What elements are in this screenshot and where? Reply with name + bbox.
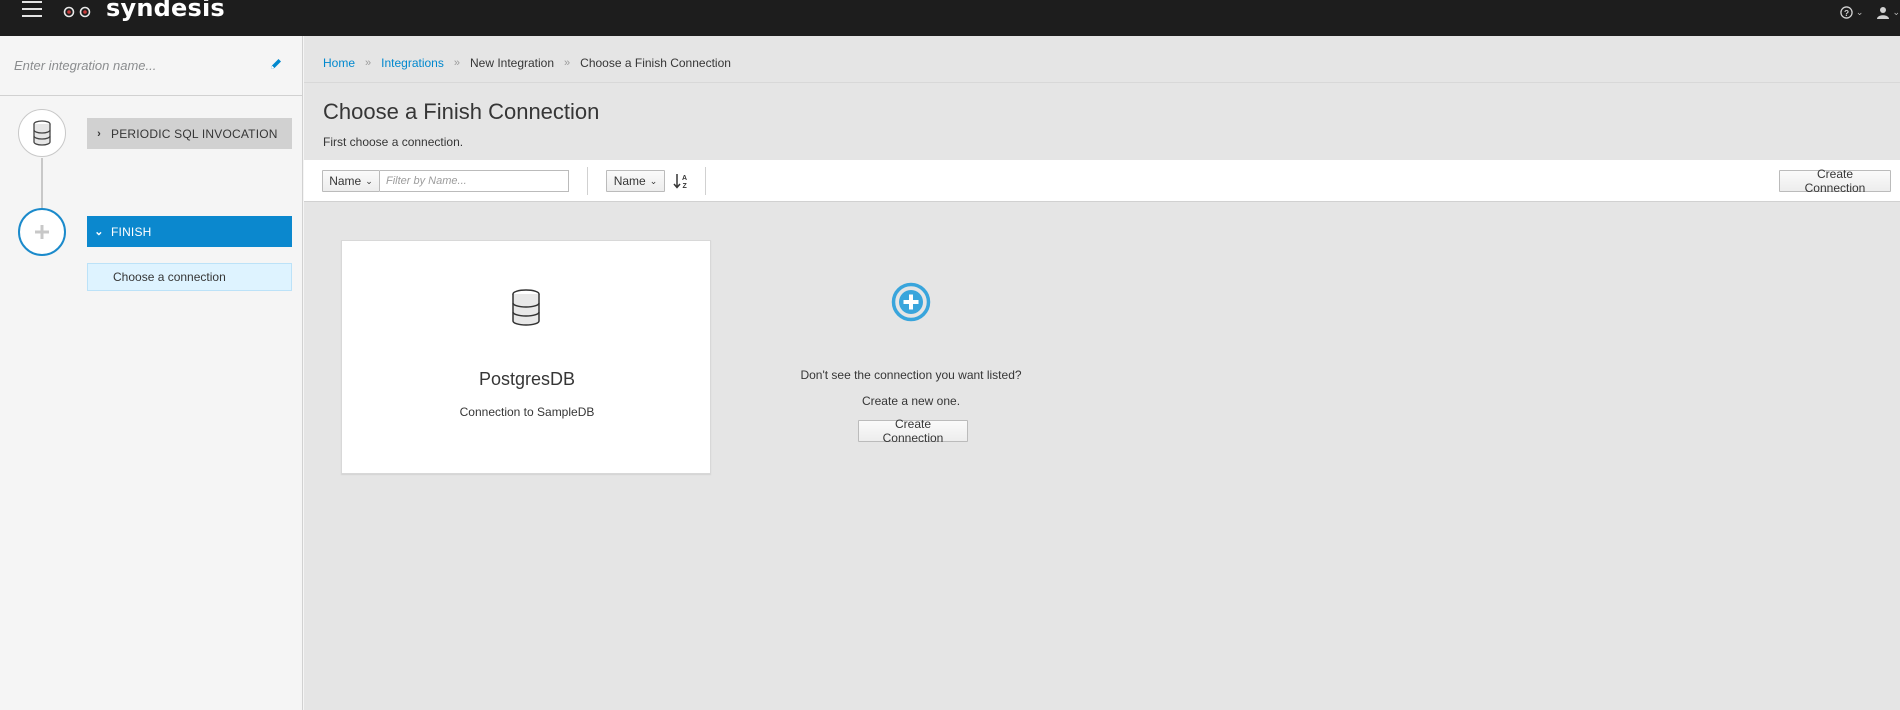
pencil-icon[interactable]: [268, 56, 284, 72]
help-menu[interactable]: ? ⌄: [1840, 5, 1864, 19]
menu-icon[interactable]: [22, 1, 42, 19]
help-icon: ?: [1840, 5, 1853, 19]
connection-card-postgresdb[interactable]: PostgresDB Connection to SampleDB: [341, 240, 711, 474]
chevron-down-icon: ⌄: [1855, 6, 1864, 17]
connection-description: Connection to SampleDB: [459, 405, 595, 419]
breadcrumb-separator: »: [365, 57, 372, 69]
sort-field-label: Name: [613, 174, 646, 188]
step-label: FINISH: [111, 224, 152, 239]
filter-toolbar: Name ⌄ Name ⌄ A Z Create Connection: [304, 160, 1900, 202]
chevron-down-icon: ⌄: [1892, 6, 1900, 17]
main-content: Home » Integrations » New Integration » …: [304, 36, 1900, 710]
step-finish[interactable]: ⌄ FINISH: [87, 216, 292, 247]
toolbar-divider: [587, 167, 588, 195]
breadcrumb: Home » Integrations » New Integration » …: [323, 56, 731, 70]
top-navbar: syndesis ? ⌄ ⌄: [0, 0, 1900, 36]
add-circle-icon: [891, 282, 931, 322]
filter-field-dropdown[interactable]: Name ⌄: [322, 170, 380, 192]
chevron-down-icon: ⌄: [649, 175, 658, 186]
database-icon: [512, 289, 540, 326]
integration-name-input[interactable]: [14, 53, 264, 77]
sub-item-choose-connection[interactable]: Choose a connection: [87, 263, 292, 291]
plus-icon: [35, 225, 49, 239]
sort-alpha-ascending-icon[interactable]: A Z: [673, 171, 691, 191]
chevron-down-icon: ⌄: [365, 175, 373, 186]
breadcrumb-new-integration: New Integration: [469, 56, 555, 70]
empty-state-message: Don't see the connection you want listed…: [800, 368, 1022, 382]
database-icon: [33, 120, 51, 146]
brand-name[interactable]: syndesis: [106, 0, 225, 22]
step-start-circle[interactable]: [18, 109, 66, 157]
svg-text:Z: Z: [683, 183, 688, 190]
svg-text:?: ?: [1844, 7, 1849, 17]
filter-field-label: Name: [329, 174, 362, 188]
connection-name: PostgresDB: [478, 369, 576, 389]
user-menu[interactable]: ⌄: [1877, 6, 1900, 19]
divider: [304, 82, 1900, 83]
breadcrumb-home[interactable]: Home: [323, 56, 355, 70]
breadcrumb-separator: »: [453, 57, 460, 69]
create-connection-button[interactable]: Create Connection: [1779, 167, 1891, 195]
empty-state-hint: Create a new one.: [861, 394, 961, 408]
syndesis-logo-icon: [63, 6, 91, 18]
step-label: PERIODIC SQL INVOCATION: [111, 126, 278, 141]
chevron-down-icon: ⌄: [94, 226, 104, 238]
chevron-right-icon: ›: [97, 127, 101, 140]
sort-field-dropdown[interactable]: Name ⌄: [606, 170, 665, 192]
svg-text:A: A: [682, 175, 687, 182]
step-finish-circle[interactable]: [18, 208, 66, 256]
step-periodic-sql[interactable]: › PERIODIC SQL INVOCATION: [87, 118, 292, 149]
breadcrumb-integrations[interactable]: Integrations: [381, 56, 444, 70]
toolbar-divider: [705, 167, 706, 195]
filter-input[interactable]: [380, 170, 569, 192]
create-connection-button[interactable]: Create Connection: [858, 417, 968, 445]
integration-name-field: [0, 36, 302, 96]
breadcrumb-separator: »: [564, 57, 571, 69]
integration-sidebar: › PERIODIC SQL INVOCATION ⌄ FINISH Choos…: [0, 36, 303, 710]
breadcrumb-current: Choose a Finish Connection: [580, 56, 731, 70]
user-icon: [1877, 6, 1890, 19]
page-title: Choose a Finish Connection: [323, 99, 600, 124]
page-subtitle: First choose a connection.: [323, 135, 464, 149]
